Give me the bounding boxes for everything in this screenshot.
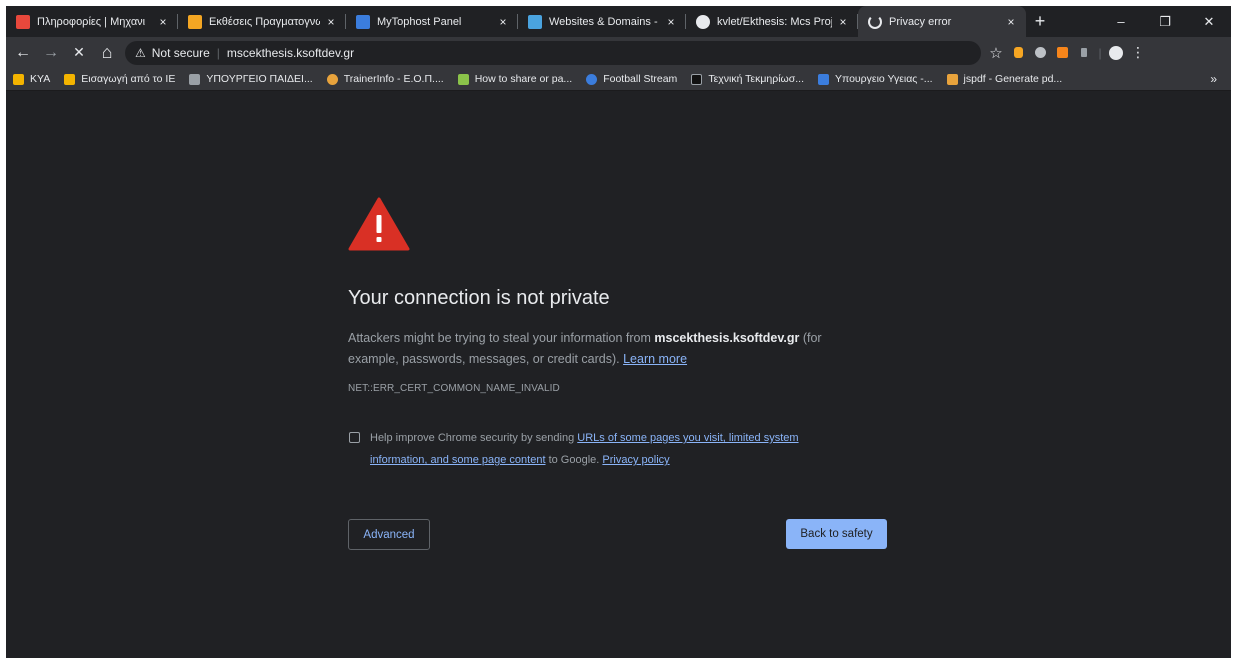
panel-icon (356, 14, 370, 29)
health-icon (817, 73, 829, 85)
extension-metamask-icon[interactable] (1051, 42, 1073, 64)
error-code[interactable]: NET::ERR_CERT_COMMON_NAME_INVALID (348, 383, 560, 394)
tab-title: Πληροφορίες | Μηχανι (37, 15, 146, 28)
error-description: Attackers might be trying to steal your … (348, 328, 868, 370)
bookmarks-bar: KYA Εισαγωγή από το IE ΥΠΟΥΡΓΕΙΟ ΠΑΙΔΕΙ.… (6, 68, 1231, 91)
loading-spinner-icon (868, 14, 882, 29)
tab-plirofories[interactable]: Πληροφορίες | Μηχανι × (6, 6, 178, 37)
tab-title: Privacy error (889, 15, 952, 28)
tab-privacy-error[interactable]: Privacy error × (858, 6, 1026, 37)
error-heading: Your connection is not private (348, 287, 610, 309)
back-button[interactable]: ← (9, 39, 37, 67)
bookmark-label: TrainerInfo - Ε.Ο.Π.... (343, 73, 444, 85)
bookmark-tech-docs[interactable]: Τεχνική Τεκμηρίωσ... (684, 73, 811, 85)
bookmark-jspdf[interactable]: jspdf - Generate pd... (940, 73, 1070, 85)
grid-app-icon (188, 14, 202, 29)
tab-websites-domains[interactable]: Websites & Domains - × (518, 6, 686, 37)
toolbar-divider: | (1098, 45, 1102, 60)
advanced-button[interactable]: Advanced (348, 519, 430, 550)
ministry-icon (189, 73, 201, 85)
privacy-policy-link[interactable]: Privacy policy (602, 454, 669, 466)
bookmark-label: Εισαγωγή από το IE (81, 73, 176, 85)
bookmark-label: Τεχνική Τεκμηρίωσ... (708, 73, 804, 85)
not-secure-label[interactable]: Not secure (152, 46, 210, 60)
bookmark-label: KYA (30, 73, 51, 85)
optin-label: Help improve Chrome security by sending (370, 432, 578, 444)
warning-triangle-icon[interactable]: ⚠ (135, 46, 146, 60)
runner-icon (326, 73, 338, 85)
monitor-icon (691, 73, 703, 85)
forward-button[interactable]: → (37, 39, 65, 67)
tab-title: Websites & Domains - (549, 15, 658, 28)
description-text: Attackers might be trying to steal your … (348, 331, 655, 345)
extension-download-icon[interactable] (1073, 42, 1095, 64)
tab-title: kvlet/Ekthesis: Mcs Proj (717, 15, 832, 28)
tab-title: MyTophost Panel (377, 15, 462, 28)
security-optin-checkbox[interactable] (349, 432, 360, 443)
tab-title: Εκθέσεις Πραγματογνω (209, 15, 320, 28)
url-text[interactable]: mscekthesis.ksoftdev.gr (227, 46, 354, 60)
bookmark-star-icon[interactable]: ☆ (985, 42, 1007, 64)
domain-name: mscekthesis.ksoftdev.gr (654, 331, 800, 345)
bookmark-label: Υπουργειο Υγειας -... (834, 73, 933, 85)
address-separator: | (216, 45, 220, 60)
extension-orange-icon[interactable] (1007, 42, 1029, 64)
browser-window: Πληροφορίες | Μηχανι × Εκθέσεις Πραγματο… (6, 6, 1231, 658)
extensions-area: ☆ | ⋮ (985, 42, 1149, 64)
restore-button[interactable]: ❐ (1143, 6, 1187, 37)
stop-loading-button[interactable]: ✕ (65, 39, 93, 67)
window-controls: – ❐ ✕ (1099, 6, 1231, 37)
github-icon (696, 14, 710, 29)
bookmark-kya[interactable]: KYA (6, 73, 57, 85)
close-tab-icon[interactable]: × (836, 15, 850, 29)
close-tab-icon[interactable]: × (496, 15, 510, 29)
b-icon (457, 73, 469, 85)
bookmark-trainerinfo[interactable]: TrainerInfo - Ε.Ο.Π.... (320, 73, 451, 85)
chrome-menu-icon[interactable]: ⋮ (1127, 42, 1149, 64)
close-window-button[interactable]: ✕ (1187, 6, 1231, 37)
bookmark-how-to-share[interactable]: How to share or pa... (451, 73, 579, 85)
red-building-icon (16, 14, 30, 29)
minimize-button[interactable]: – (1099, 6, 1143, 37)
folder-icon (13, 73, 24, 85)
bookmark-label: How to share or pa... (474, 73, 573, 85)
close-tab-icon[interactable]: × (664, 15, 678, 29)
pdf-icon (946, 73, 958, 85)
home-button[interactable]: ⌂ (93, 39, 121, 67)
bookmark-ministry-health[interactable]: Υπουργειο Υγειας -... (811, 73, 940, 85)
tab-ektheseis[interactable]: Εκθέσεις Πραγματογνω × (178, 6, 346, 37)
bookmark-import-ie[interactable]: Εισαγωγή από το IE (57, 73, 182, 85)
folder-icon (64, 73, 76, 85)
stream-icon (586, 73, 598, 85)
more-bookmarks-button[interactable]: » (1210, 72, 1217, 86)
warning-triangle-icon (348, 197, 410, 251)
tab-mytophost[interactable]: MyTophost Panel × (346, 6, 518, 37)
optin-text: Help improve Chrome security by sending … (370, 427, 848, 471)
bookmark-label: ΥΠΟΥΡΓΕΙΟ ΠΑΙΔΕΙ... (206, 73, 313, 85)
optin-label: to Google. (545, 454, 603, 466)
tab-strip: Πληροφορίες | Μηχανι × Εκθέσεις Πραγματο… (6, 6, 1231, 37)
tab-github[interactable]: kvlet/Ekthesis: Mcs Proj × (686, 6, 858, 37)
close-tab-icon[interactable]: × (156, 15, 170, 29)
address-bar[interactable]: ⚠ Not secure | mscekthesis.ksoftdev.gr (125, 40, 981, 65)
bookmark-football-stream[interactable]: Football Stream (579, 73, 684, 85)
plesk-icon (528, 14, 542, 29)
interstitial-page: Your connection is not private Attackers… (6, 91, 1231, 658)
close-tab-icon[interactable]: × (1004, 15, 1018, 29)
profile-avatar-icon[interactable] (1105, 42, 1127, 64)
bookmark-ministry-education[interactable]: ΥΠΟΥΡΓΕΙΟ ΠΑΙΔΕΙ... (182, 73, 319, 85)
back-to-safety-button[interactable]: Back to safety (786, 519, 887, 549)
extension-grey-icon[interactable] (1029, 42, 1051, 64)
close-tab-icon[interactable]: × (324, 15, 338, 29)
browser-toolbar: ← → ✕ ⌂ ⚠ Not secure | mscekthesis.ksoft… (6, 37, 1231, 68)
bookmark-label: jspdf - Generate pd... (963, 73, 1063, 85)
security-optin: Help improve Chrome security by sending … (348, 427, 848, 471)
learn-more-link[interactable]: Learn more (623, 352, 687, 366)
bookmark-label: Football Stream (603, 73, 678, 85)
new-tab-button[interactable]: + (1026, 11, 1054, 32)
